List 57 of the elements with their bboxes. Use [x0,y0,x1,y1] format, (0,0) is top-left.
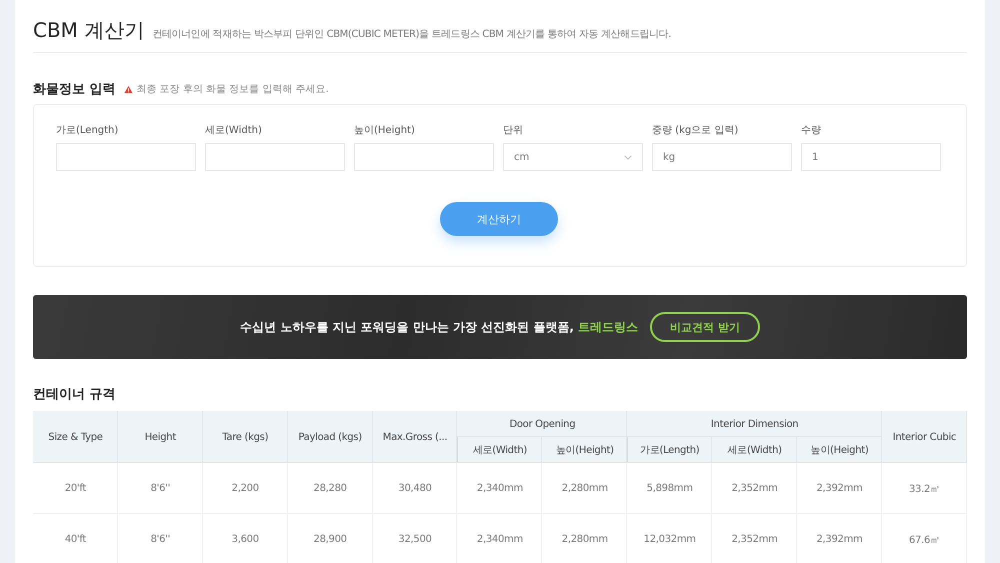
field-label: 세로(Width) [205,124,263,137]
input-field[interactable]: 1 [801,143,941,171]
table-cell: 5,898mm [627,463,712,514]
warning-icon [124,84,133,94]
column-header: Interior Cubic [882,411,967,463]
table-cell: 2,392mm [797,463,882,514]
field-label: 가로(Length) [56,124,120,137]
table-cell: 20'ft [33,463,118,514]
table-cell: 2,280mm [542,514,628,563]
table-cell: 12,032mm [627,514,712,563]
table-cell: 30,480 [372,463,458,514]
table-cell: 3,600 [202,514,288,563]
input-field[interactable] [354,143,494,171]
table-cell: 2,392mm [797,514,882,563]
table-cell: 2,200 [202,463,288,514]
table-cell: 2,352mm [712,514,798,563]
quote-button[interactable]: 비교견적 받기 [650,312,760,342]
table-cell: 32,500 [372,514,458,563]
column-header: 높이(Height) [797,437,882,463]
field-label: 높이(Height) [354,124,416,137]
column-header: Payload (kgs) [288,411,373,463]
calculate-button[interactable]: 계산하기 [440,202,558,236]
column-header: 높이(Height) [542,437,628,463]
table-cell: 33.2㎥ [882,463,967,514]
table-cell: 40'ft [33,514,118,563]
table-cell: 2,280mm [542,463,628,514]
table-cell: 2,340mm [457,514,542,563]
column-header: Size & Type [33,411,118,463]
input-field[interactable] [56,143,196,171]
chevron-down-icon [624,154,632,160]
table-cell: 28,280 [288,463,373,514]
field-label: 단위 [503,124,524,137]
section-title: 컨테이너 규격 [33,386,117,403]
input-field[interactable] [205,143,345,171]
column-group-header: Interior Dimension [627,411,882,437]
banner-text: 수십년 노하우를 지닌 포워딩을 만나는 가장 선진화된 플랫폼, 트레드링스 [240,318,638,336]
page-description: 컨테이너인에 적재하는 박스부피 단위인 CBM(CUBIC METER)을 트레드링스 CBM 계산기를 통하여 자동 계산해드립니다. [152,28,672,41]
notice-text: 최종 포장 후의 화물 정보를 입력해 주세요. [136,83,329,96]
section-title: 화물정보 입력 [33,81,116,98]
table-cell: 2,352mm [712,463,798,514]
column-header: Tare (kgs) [202,411,288,463]
field-label: 수량 [801,124,822,137]
table-cell: 28,900 [288,514,373,563]
column-header: 가로(Length) [627,437,712,463]
column-group-header: Door Opening [457,411,628,437]
column-header: Height [118,411,203,463]
table-cell: 2,340mm [457,463,542,514]
column-header: 세로(Width) [712,437,798,463]
unit-select[interactable]: cm [503,143,643,171]
table-cell: 67.6㎥ [882,514,967,563]
column-header: 세로(Width) [457,437,542,463]
input-field[interactable]: kg [652,143,792,171]
table-cell: 8'6'' [118,463,203,514]
page-title: CBM 계산기 [33,17,144,44]
table-cell: 8'6'' [118,514,203,563]
field-label: 중량 (kg으로 입력) [652,124,740,137]
column-header: Max.Gross (... [372,411,458,463]
